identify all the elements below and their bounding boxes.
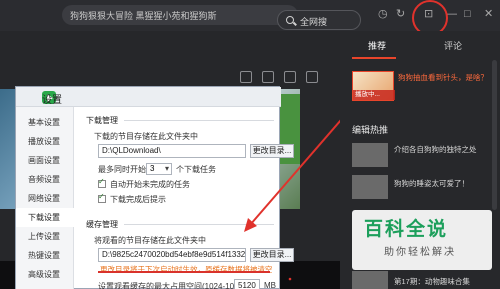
tab-comments[interactable]: 评论 — [444, 39, 462, 52]
tab-underline — [352, 57, 396, 59]
watermark-title: 百科全说 — [364, 219, 449, 240]
folder-icon[interactable] — [262, 71, 274, 83]
download-section-title: 下载管理 — [86, 116, 118, 125]
hot-video-title[interactable]: 狗狗抽血看到针头，是啥？ — [398, 73, 493, 83]
max-parallel-select[interactable]: 3 — [146, 163, 172, 175]
app-window: { "header": { "search_text": "狗狗狠狠大冒险 黑猩… — [0, 0, 500, 289]
space-field[interactable]: 5120 — [234, 279, 260, 289]
sidebar-item-audio[interactable]: 音频设置 — [16, 170, 74, 189]
change-dir-button[interactable]: 更改目录... — [250, 144, 294, 158]
search-input[interactable]: 狗狗狠狠大冒险 黑猩猩小苑和猩狗斯 — [70, 9, 217, 22]
auto-start-checkbox[interactable] — [98, 177, 106, 188]
tab-recommend[interactable]: 推荐 — [368, 39, 386, 52]
sidebar-item-network[interactable]: 网络设置 — [16, 189, 74, 208]
sidebar-item-display[interactable]: 画面设置 — [16, 151, 74, 170]
dialog-titlebar: 设置 — [16, 87, 281, 107]
save-dir-label: 下载的节目存储在此文件夹中 — [94, 132, 198, 141]
max-parallel-prefix: 最多同时开始 — [98, 165, 146, 174]
save-dir-field[interactable]: D:\QLDownload\ — [98, 144, 246, 158]
settings-dialog: 设置 基本设置 播放设置 画面设置 音频设置 网络设置 下载设置 上传设置 热键… — [15, 86, 294, 289]
cache-section-title: 缓存管理 — [86, 220, 118, 229]
watermark: 百科全说 助你轻松解决 — [352, 210, 492, 270]
search-button[interactable]: 全网搜 — [277, 10, 361, 30]
auto-start-label: 自动开始未完成的任务 — [110, 180, 190, 189]
cache-dir-label: 将观看的节目存储在此文件夹中 — [94, 236, 206, 245]
list-item-thumbnail[interactable] — [352, 143, 388, 167]
settings-content: 下载管理 下载的节目存储在此文件夹中 D:\QLDownload\ 更改目录..… — [74, 107, 294, 289]
warning-text: 更改目录将于下次启动时生效，原缓存数据将被清空 — [100, 265, 273, 274]
max-parallel-suffix: 个下载任务 — [176, 165, 216, 174]
notify-checkbox[interactable] — [98, 192, 106, 203]
import-icon[interactable] — [284, 71, 296, 83]
list-item-title[interactable]: 第17期：动物趣味合集 — [394, 277, 494, 287]
cache-change-dir-button[interactable]: 更改目录... — [250, 248, 294, 262]
search-button-label: 全网搜 — [300, 17, 328, 27]
scrollbar[interactable] — [492, 60, 497, 210]
list-item-thumbnail[interactable] — [352, 271, 388, 289]
sidebar-item-hotkey[interactable]: 热键设置 — [16, 246, 74, 265]
now-playing-badge: 播放中... — [353, 90, 395, 100]
refresh-icon[interactable]: ↻ — [396, 7, 405, 21]
top-bar: 狗狗狠狠大冒险 黑猩猩小苑和猩狗斯 全网搜 ◷ ↻ ⊡ — □ ✕ — [0, 0, 500, 36]
hot-video-thumbnail[interactable]: 播放中... — [352, 71, 395, 101]
settings-sidebar: 基本设置 播放设置 画面设置 音频设置 网络设置 下载设置 上传设置 热键设置 … — [16, 107, 74, 289]
export-icon[interactable] — [306, 71, 318, 83]
watermark-subtitle: 助你轻松解决 — [384, 247, 456, 258]
list-item-thumbnail[interactable] — [352, 175, 388, 199]
download-icon[interactable] — [240, 71, 252, 83]
editor-picks-title: 编辑热推 — [352, 125, 389, 135]
warning-underline — [98, 271, 270, 273]
divider — [124, 120, 274, 121]
history-icon[interactable]: ◷ — [378, 7, 388, 21]
dialog-title: 设置 — [42, 95, 62, 106]
space-unit: MB — [264, 281, 276, 289]
list-item-title[interactable]: 狗狗的睡姿太可爱了！ — [394, 179, 494, 189]
search-icon — [286, 16, 294, 24]
space-label: 设置观看缓存的最大占用空间(1024-10240) — [98, 282, 251, 289]
sidebar-item-download[interactable]: 下载设置 — [16, 208, 74, 227]
sidebar-item-playback[interactable]: 播放设置 — [16, 132, 74, 151]
sidebar-item-advanced[interactable]: 高级设置 — [16, 265, 74, 284]
sidebar-item-basic[interactable]: 基本设置 — [16, 113, 74, 132]
cache-dir-field[interactable]: D:\9825c2470020bd54ebf8e9d514f1332c\ — [98, 248, 246, 262]
close-icon[interactable]: ✕ — [484, 7, 493, 21]
list-item-title[interactable]: 介绍各自狗狗的独特之处 — [394, 145, 494, 155]
maximize-icon[interactable]: □ — [464, 7, 471, 21]
divider — [124, 224, 274, 225]
sidebar-item-upload[interactable]: 上传设置 — [16, 227, 74, 246]
search-box[interactable]: 狗狗狠狠大冒险 黑猩猩小苑和猩狗斯 全网搜 — [62, 5, 361, 30]
notify-label: 下载完成后提示 — [110, 195, 166, 204]
